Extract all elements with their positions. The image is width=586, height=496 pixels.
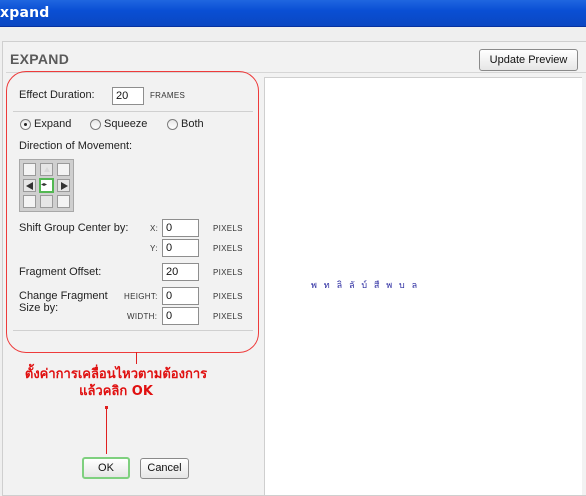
ok-button[interactable]: OK (82, 457, 130, 479)
callout-pointer-dot (105, 406, 108, 409)
instruction-callout: ตั้งค่าการเคลื่อนไหวตามต้องการ แล้วคลิก … (16, 366, 216, 400)
preview-panel: พ ท ลิ ลั บ์ สื พ บ ล (264, 77, 582, 496)
callout-pointer-line (106, 407, 107, 454)
callout-pointer-top (136, 352, 137, 364)
title-bar: xpand (0, 0, 586, 27)
update-preview-button[interactable]: Update Preview (479, 49, 578, 71)
dialog-heading: EXPAND (10, 51, 70, 67)
preview-text: พ ท ลิ ลั บ์ สื พ บ ล (311, 281, 420, 291)
instruction-line-2: แล้วคลิก OK (79, 384, 153, 399)
window-title: xpand (0, 5, 50, 21)
instruction-line-1: ตั้งค่าการเคลื่อนไหวตามต้องการ (24, 367, 208, 382)
cancel-button[interactable]: Cancel (140, 458, 189, 479)
settings-highlight-outline (6, 71, 259, 353)
